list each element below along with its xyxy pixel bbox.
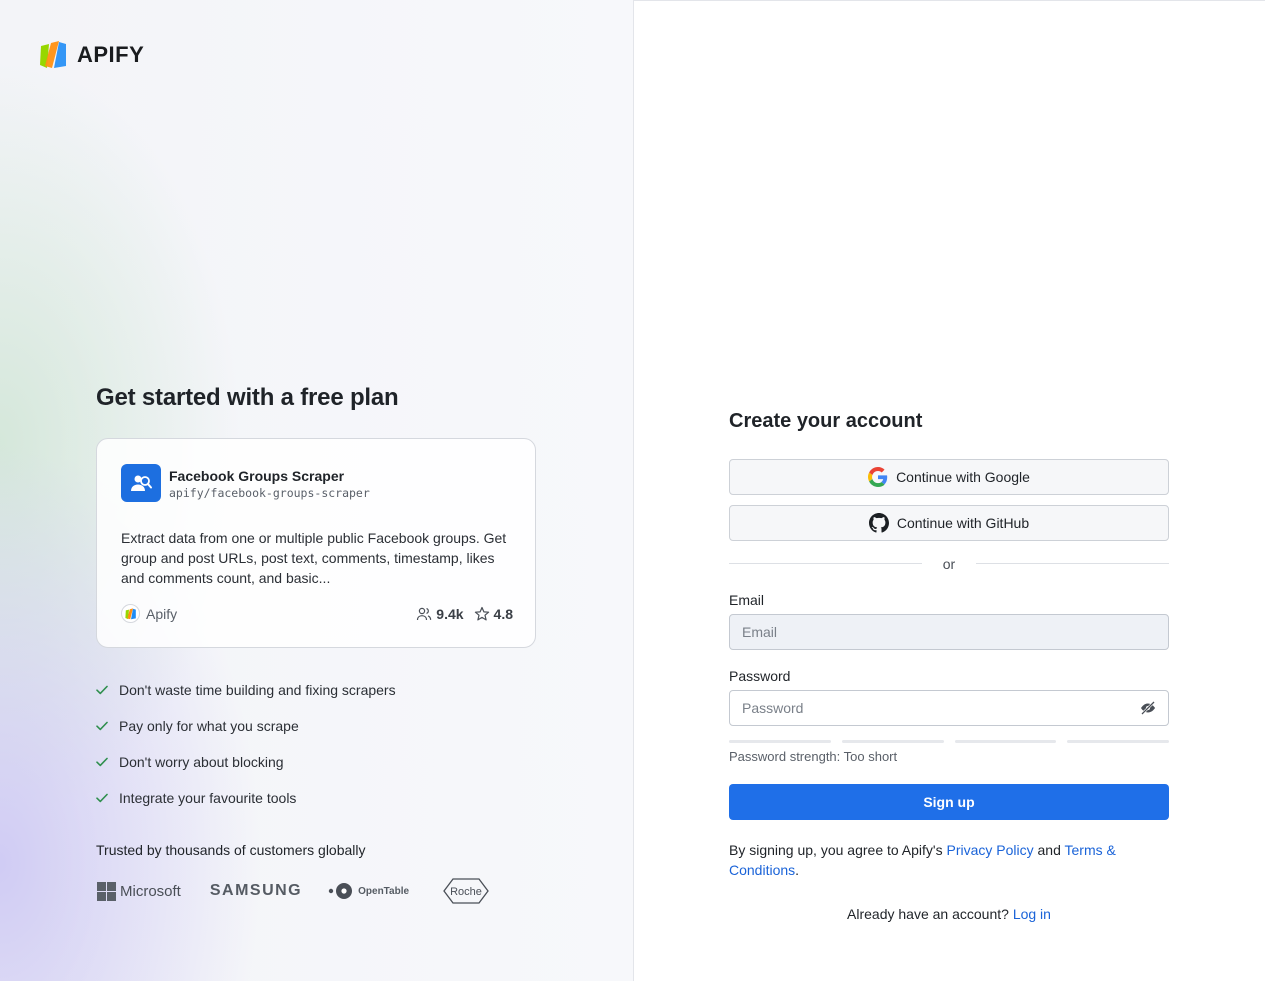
check-icon [96, 793, 110, 803]
check-icon [96, 685, 110, 695]
actor-card-footer: Apify 9.4k 4.8 [121, 604, 513, 623]
google-icon [868, 467, 888, 487]
terms-suffix: . [795, 862, 800, 878]
actor-slug: apify/facebook-groups-scraper [169, 486, 370, 500]
form-title: Create your account [729, 410, 923, 432]
trusted-text: Trusted by thousands of customers global… [96, 842, 366, 858]
brand-name: APIFY [77, 42, 145, 67]
password-strength-text: Password strength: Too short [729, 749, 898, 764]
customer-logos: Microsoft SAMSUNG OpenTable Roche [97, 878, 489, 904]
actor-card[interactable]: Facebook Groups Scraper apify/facebook-g… [96, 438, 536, 648]
privacy-policy-link[interactable]: Privacy Policy [946, 842, 1033, 858]
benefit-text: Don't worry about blocking [119, 754, 284, 770]
password-label: Password [729, 668, 791, 684]
continue-with-google-button[interactable]: Continue with Google [729, 459, 1169, 495]
actor-name: Facebook Groups Scraper [169, 468, 345, 484]
roche-icon: Roche [443, 878, 489, 904]
google-button-label: Continue with Google [896, 469, 1030, 485]
actor-description: Extract data from one or multiple public… [121, 530, 507, 586]
benefit-item: Don't worry about blocking [96, 744, 396, 780]
terms-and: and [1033, 842, 1065, 858]
login-prompt: Already have an account? Log in [729, 906, 1169, 922]
marketing-panel: APIFY Get started with a free plan Faceb… [0, 0, 634, 981]
opentable-icon [328, 883, 353, 899]
roche-text: Roche [450, 886, 482, 898]
github-icon [868, 513, 889, 533]
rating-stat: 4.8 [474, 606, 513, 622]
users-icon [417, 607, 432, 620]
log-in-link[interactable]: Log in [1013, 906, 1051, 922]
strength-segment [1067, 740, 1169, 743]
users-count: 9.4k [436, 605, 464, 622]
apify-logo-icon [40, 41, 66, 68]
opentable-text: OpenTable [358, 885, 410, 897]
login-prefix: Already have an account? [847, 906, 1013, 922]
password-strength-meter [729, 740, 1169, 743]
email-input[interactable] [729, 614, 1169, 650]
microsoft-text: Microsoft [120, 882, 181, 900]
apify-avatar-icon [121, 604, 140, 623]
author-name: Apify [146, 605, 178, 622]
terms-notice: By signing up, you agree to Apify's Priv… [729, 840, 1169, 880]
apify-logo[interactable]: APIFY [39, 40, 144, 70]
strength-segment [729, 740, 831, 743]
users-stat: 9.4k [416, 605, 464, 622]
strength-segment [954, 740, 1057, 743]
benefit-text: Pay only for what you scrape [119, 718, 299, 734]
benefit-item: Integrate your favourite tools [96, 780, 396, 816]
samsung-logo: SAMSUNG [209, 882, 303, 899]
sign-up-button[interactable]: Sign up [729, 784, 1169, 820]
strength-segment [841, 740, 944, 743]
eye-off-icon[interactable] [1140, 700, 1156, 716]
or-divider: or [729, 554, 1169, 574]
github-button-label: Continue with GitHub [896, 515, 1030, 531]
terms-prefix: By signing up, you agree to Apify's [729, 842, 947, 858]
check-icon [96, 721, 110, 731]
star-icon [474, 606, 489, 620]
actor-stats: 9.4k 4.8 [416, 606, 513, 622]
benefit-item: Don't waste time building and fixing scr… [96, 672, 396, 708]
divider-text: or [942, 556, 956, 572]
continue-with-github-button[interactable]: Continue with GitHub [729, 505, 1169, 541]
benefit-item: Pay only for what you scrape [96, 708, 396, 744]
password-input[interactable] [729, 690, 1169, 726]
roche-logo: Roche [443, 878, 489, 904]
benefit-text: Don't waste time building and fixing scr… [119, 682, 396, 698]
benefits-list: Don't waste time building and fixing scr… [96, 672, 396, 816]
divider-line [976, 563, 1169, 564]
hero-title: Get started with a free plan [96, 384, 399, 411]
facebook-groups-icon [121, 464, 161, 502]
check-icon [96, 757, 110, 767]
microsoft-logo: Microsoft [97, 881, 181, 901]
benefit-text: Integrate your favourite tools [119, 790, 297, 806]
microsoft-icon [97, 881, 116, 901]
email-label: Email [729, 592, 765, 608]
actor-author: Apify [121, 604, 177, 623]
rating-value: 4.8 [493, 605, 513, 622]
opentable-logo: OpenTable [328, 882, 409, 900]
